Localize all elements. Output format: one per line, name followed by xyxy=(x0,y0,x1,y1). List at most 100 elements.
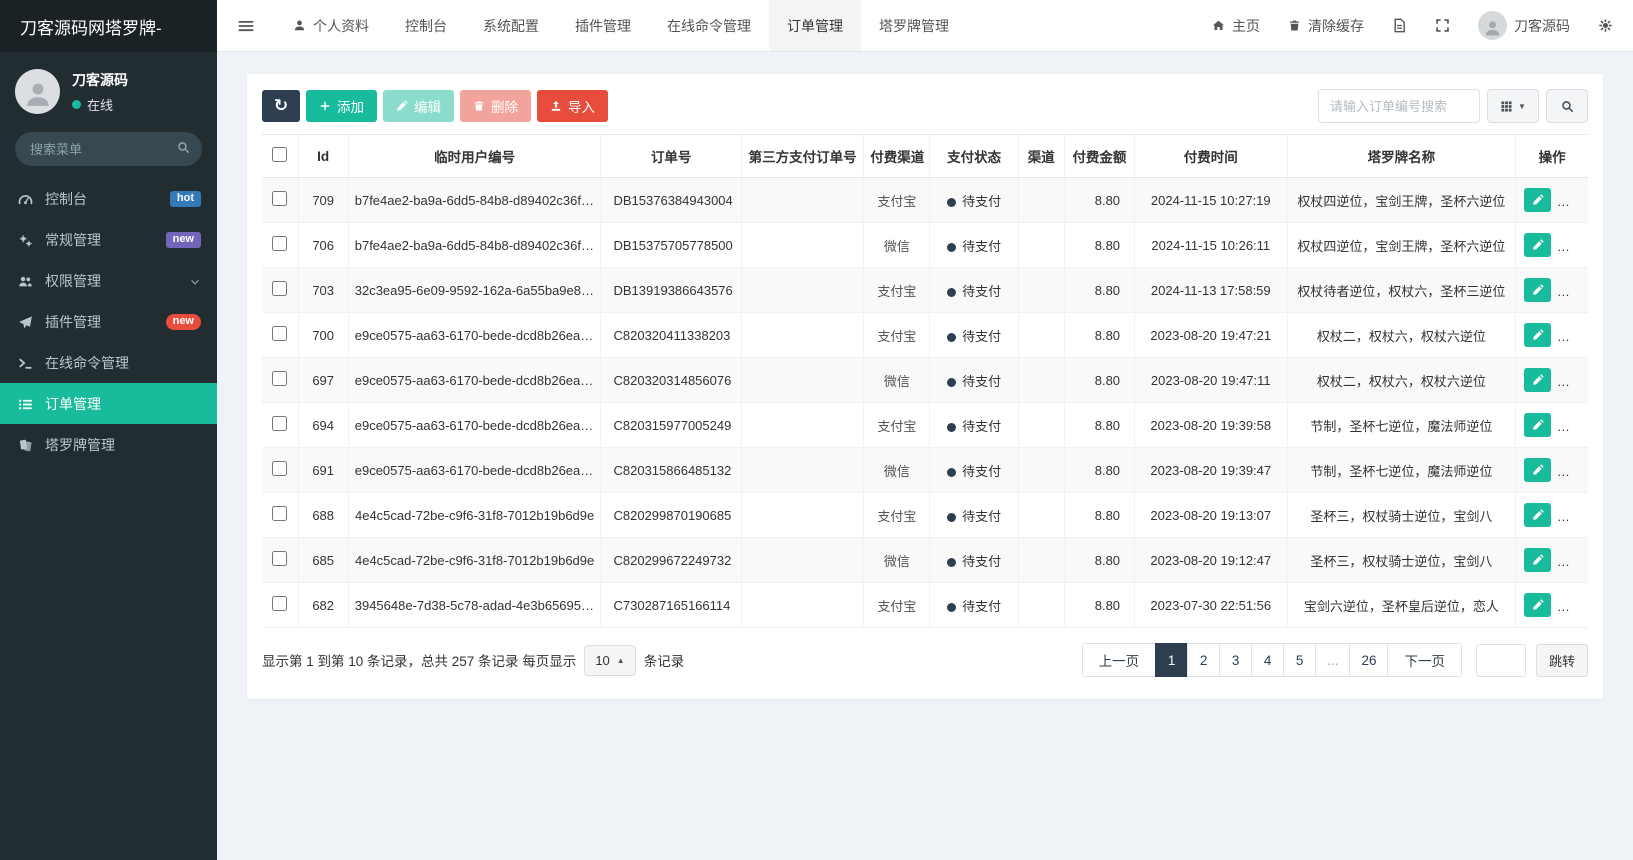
select-all-checkbox[interactable] xyxy=(272,147,288,162)
account-menu[interactable]: 刀客源码 xyxy=(1464,0,1584,51)
search-button[interactable] xyxy=(1546,89,1588,123)
cell-pay-channel: 支付宝 xyxy=(863,582,931,628)
row-edit-button[interactable] xyxy=(1524,323,1552,347)
refresh-icon: ↻ xyxy=(273,96,289,115)
page-size-dropdown[interactable]: 10 ▲ xyxy=(584,644,636,676)
row-checkbox[interactable] xyxy=(272,461,288,476)
columns-dropdown-button[interactable]: ▼ xyxy=(1487,89,1539,123)
sidebar-item-online-command[interactable]: 在线命令管理 xyxy=(0,342,217,383)
row-edit-button[interactable] xyxy=(1524,368,1552,392)
page-button[interactable]: 4 xyxy=(1251,643,1285,677)
docs-link[interactable] xyxy=(1378,0,1421,51)
tab-online-command[interactable]: 在线命令管理 xyxy=(649,0,769,51)
tab-profile[interactable]: 个人资料 xyxy=(275,0,387,51)
row-checkbox[interactable] xyxy=(272,326,288,341)
row-edit-button[interactable] xyxy=(1524,458,1552,482)
refresh-button[interactable]: ↻ xyxy=(262,90,300,122)
sidebar-item-orders[interactable]: 订单管理 xyxy=(0,383,217,424)
page-button[interactable]: 2 xyxy=(1187,643,1221,677)
tab-orders[interactable]: 订单管理 xyxy=(769,0,861,51)
sidebar-toggle-button[interactable] xyxy=(217,0,275,51)
cell-third-party-no xyxy=(740,447,865,493)
row-checkbox[interactable] xyxy=(272,191,288,206)
row-delete-button[interactable] xyxy=(1558,413,1586,437)
row-checkbox[interactable] xyxy=(272,281,288,296)
clear-cache-link[interactable]: 清除缓存 xyxy=(1274,0,1378,51)
col-temp-user: 临时用户编号 xyxy=(347,134,602,178)
row-edit-button[interactable] xyxy=(1524,278,1552,302)
tab-console[interactable]: 控制台 xyxy=(387,0,465,51)
row-edit-button[interactable] xyxy=(1524,503,1552,527)
cell-third-party-no xyxy=(740,357,865,403)
cell-id: 682 xyxy=(297,582,349,628)
row-delete-button[interactable] xyxy=(1558,323,1586,347)
row-delete-button[interactable] xyxy=(1558,593,1586,617)
row-checkbox[interactable] xyxy=(272,416,288,431)
online-dot-icon xyxy=(72,99,81,109)
tab-system-config[interactable]: 系统配置 xyxy=(465,0,557,51)
row-edit-button[interactable] xyxy=(1524,593,1552,617)
cell-select xyxy=(262,582,299,628)
tab-plugins[interactable]: 插件管理 xyxy=(557,0,649,51)
sidebar-item-permissions[interactable]: 权限管理 xyxy=(0,260,217,301)
sidebar-item-console[interactable]: 控制台 hot xyxy=(0,178,217,219)
page-button[interactable]: 3 xyxy=(1219,643,1253,677)
page-button[interactable]: 26 xyxy=(1349,643,1389,677)
row-checkbox[interactable] xyxy=(272,551,288,566)
add-button[interactable]: 添加 xyxy=(306,90,377,122)
settings-button[interactable] xyxy=(1584,0,1633,51)
sidebar-item-tarot[interactable]: 塔罗牌管理 xyxy=(0,424,217,465)
cell-amount: 8.80 xyxy=(1063,267,1136,313)
cell-select xyxy=(262,447,299,493)
cell-temp-user-id: 3945648e-7d38-5c78-adad-4e3b65695d74 xyxy=(347,582,602,628)
home-link[interactable]: 主页 xyxy=(1198,0,1274,51)
edit-button[interactable]: 编辑 xyxy=(383,90,454,122)
jump-button[interactable]: 跳转 xyxy=(1535,643,1588,677)
order-search-input[interactable] xyxy=(1318,89,1480,123)
row-delete-button[interactable] xyxy=(1558,458,1586,482)
row-delete-button[interactable] xyxy=(1558,368,1586,392)
prev-page-button[interactable]: 上一页 xyxy=(1081,643,1157,677)
document-icon xyxy=(1392,18,1407,33)
fullscreen-button[interactable] xyxy=(1421,0,1464,51)
sidebar-item-general[interactable]: 常规管理 new xyxy=(0,219,217,260)
import-button[interactable]: 导入 xyxy=(537,90,608,122)
orders-table: Id 临时用户编号 订单号 第三方支付订单号 付费渠道 支付状态 渠道 付费金额… xyxy=(262,134,1588,628)
sidebar-item-plugins[interactable]: 插件管理 new xyxy=(0,301,217,342)
next-page-button[interactable]: 下一页 xyxy=(1387,643,1462,677)
select-all-header xyxy=(262,134,299,178)
page-button[interactable]: 5 xyxy=(1283,643,1317,677)
pencil-icon xyxy=(1532,419,1544,431)
tab-tarot[interactable]: 塔罗牌管理 xyxy=(861,0,967,51)
row-delete-button[interactable] xyxy=(1558,278,1586,302)
delete-button[interactable]: 删除 xyxy=(460,90,531,122)
row-edit-button[interactable] xyxy=(1524,548,1552,572)
table-row: 691 e9ce0575-aa63-6170-bede-dcd8b26eaaca… xyxy=(262,447,1588,493)
row-delete-button[interactable] xyxy=(1558,233,1586,257)
cell-third-party-no xyxy=(740,402,865,448)
row-edit-button[interactable] xyxy=(1524,233,1552,257)
cell-amount: 8.80 xyxy=(1063,492,1136,538)
page-button[interactable]: 1 xyxy=(1155,643,1189,677)
row-delete-button[interactable] xyxy=(1558,188,1586,212)
row-checkbox[interactable] xyxy=(272,236,288,251)
menu-search-input[interactable] xyxy=(15,132,202,166)
col-pay-time: 付费时间 xyxy=(1134,134,1288,178)
row-edit-button[interactable] xyxy=(1524,188,1552,212)
row-checkbox[interactable] xyxy=(272,371,288,386)
list-icon xyxy=(16,395,34,412)
cell-actions xyxy=(1515,222,1588,268)
row-edit-button[interactable] xyxy=(1524,413,1552,437)
row-delete-button[interactable] xyxy=(1558,503,1586,527)
row-checkbox[interactable] xyxy=(272,506,288,521)
topbar-tabs: 个人资料 控制台 系统配置 插件管理 在线命令管理 订单管理 塔罗牌管理 xyxy=(275,0,967,51)
chevron-down-icon xyxy=(189,273,201,289)
cell-pay-channel: 微信 xyxy=(863,447,931,493)
cell-pay-time: 2023-08-20 19:39:58 xyxy=(1134,402,1288,448)
caret-down-icon: ▼ xyxy=(1518,101,1526,111)
cell-third-party-no xyxy=(740,582,865,628)
jump-page-input[interactable] xyxy=(1475,643,1526,677)
cell-id: 691 xyxy=(297,447,349,493)
row-delete-button[interactable] xyxy=(1558,548,1586,572)
row-checkbox[interactable] xyxy=(272,596,288,611)
